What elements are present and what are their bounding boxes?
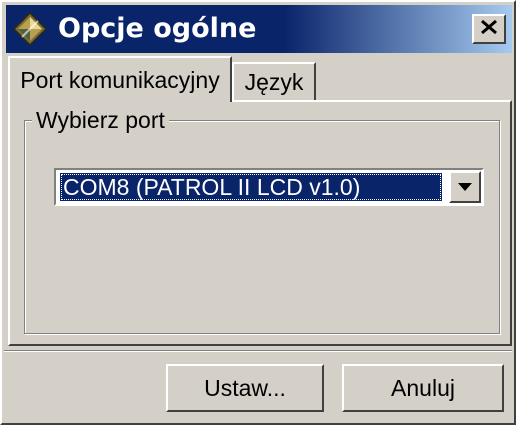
tab-language-label: Język	[244, 68, 304, 95]
tab-port-label: Port komunikacyjny	[20, 66, 220, 93]
cancel-button[interactable]: Anuluj	[342, 364, 504, 412]
port-groupbox	[24, 120, 500, 334]
diamond-app-icon	[12, 11, 48, 47]
set-button[interactable]: Ustaw...	[166, 364, 324, 412]
port-select-dropdown-button[interactable]	[449, 171, 481, 203]
cancel-button-label: Anuluj	[391, 374, 455, 401]
set-button-label: Ustaw...	[204, 374, 286, 401]
options-dialog: Opcje ogólne Port komunikacyjny Język Wy…	[0, 0, 516, 425]
port-group-legend: Wybierz port	[32, 108, 169, 132]
port-select-value[interactable]: COM8 (PATROL II LCD v1.0)	[60, 173, 442, 201]
chevron-down-icon	[458, 178, 472, 196]
window-title: Opcje ogólne	[58, 13, 257, 44]
footer-separator	[4, 350, 512, 352]
tab-port[interactable]: Port komunikacyjny	[8, 56, 232, 102]
port-select[interactable]: COM8 (PATROL II LCD v1.0)	[54, 168, 484, 206]
title-bar[interactable]: Opcje ogólne	[6, 5, 512, 53]
close-icon	[480, 19, 498, 40]
tab-language[interactable]: Język	[232, 62, 316, 100]
close-button[interactable]	[472, 14, 506, 44]
tab-panel: Wybierz port COM8 (PATROL II LCD v1.0)	[8, 100, 512, 346]
